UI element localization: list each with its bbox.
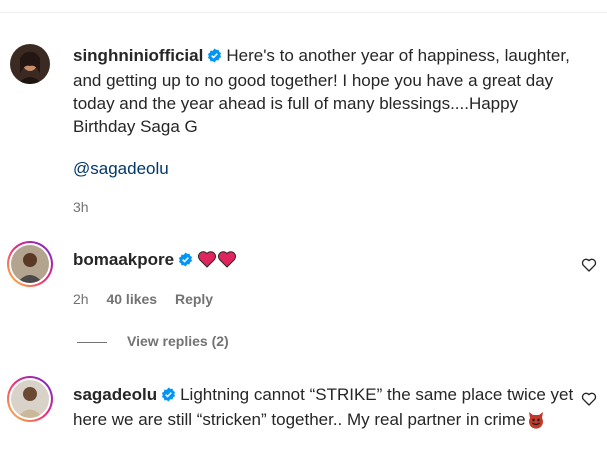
view-replies-label: View replies (2) [127, 333, 229, 349]
view-replies-button[interactable]: View replies (2) [77, 333, 229, 349]
mention-link[interactable]: @sagadeolu [73, 157, 583, 180]
reply-button[interactable]: Reply [175, 291, 213, 307]
heart-outline-icon[interactable] [581, 257, 597, 278]
heart-outline-icon[interactable] [581, 391, 597, 412]
avatar[interactable] [7, 376, 53, 422]
top-divider [0, 12, 607, 13]
replies-dash [77, 341, 107, 343]
username[interactable]: bomaakpore [73, 250, 174, 269]
username[interactable]: sagadeolu [73, 385, 157, 404]
heart-emoji [217, 249, 237, 275]
verified-badge-icon [178, 250, 193, 273]
comment-time: 3h [73, 199, 89, 215]
comment-meta: 3h [73, 199, 103, 215]
comment-time: 2h [73, 291, 89, 307]
comment-meta: 2h 40 likes Reply [73, 291, 227, 307]
heart-emoji [197, 249, 217, 275]
username[interactable]: singhniniofficial [73, 46, 203, 65]
likes-count[interactable]: 40 likes [106, 291, 157, 307]
verified-badge-icon [161, 385, 176, 408]
verified-badge-icon [207, 46, 222, 69]
comment-text-block: sagadeolu Lightning cannot “STRIKE” the s… [73, 383, 583, 435]
avatar[interactable] [10, 44, 50, 84]
comment-text-block: singhniniofficial Here's to another year … [73, 44, 583, 138]
comment-text-block: bomaakpore [73, 248, 583, 275]
devil-emoji [526, 409, 546, 435]
avatar[interactable] [7, 241, 53, 287]
